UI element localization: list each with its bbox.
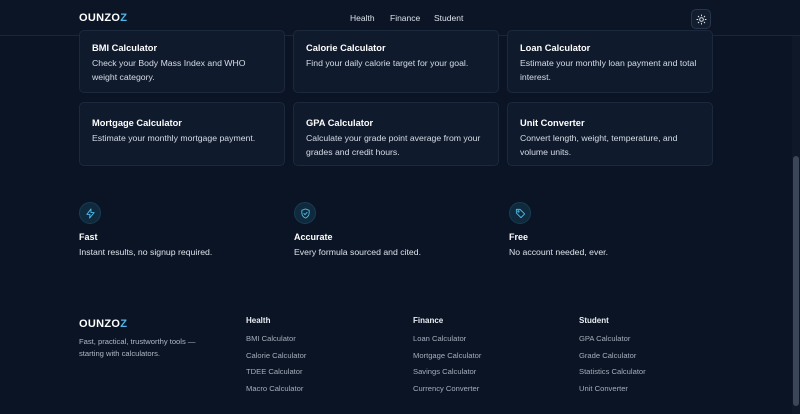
- card-description: Calculate your grade point average from …: [306, 133, 481, 157]
- tag-icon: [515, 208, 525, 218]
- footer-heading: Student: [579, 316, 609, 325]
- shield-check-icon: [300, 207, 310, 219]
- footer-heading: Finance: [413, 316, 444, 325]
- page: OUNZOZ Health Finance Student BMI Calcul…: [0, 0, 800, 414]
- card-description: Find your daily calorie target for your …: [306, 58, 469, 68]
- nav-student[interactable]: Student: [434, 13, 463, 23]
- footer-link[interactable]: Unit Converter: [579, 384, 729, 401]
- footer-link[interactable]: Loan Calculator: [413, 334, 563, 351]
- card-description: Estimate your monthly loan payment and t…: [520, 58, 697, 82]
- feature-title: Fast: [79, 232, 98, 242]
- feature-accurate: Accurate Every formula sourced and cited…: [294, 202, 494, 258]
- lightning-icon: [85, 207, 95, 219]
- card-description: Estimate your monthly mortgage payment.: [92, 133, 256, 143]
- card-calorie-calculator[interactable]: Calorie Calculator Find your daily calor…: [293, 30, 499, 93]
- feature-fast: Fast Instant results, no signup required…: [79, 202, 279, 258]
- footer-tagline: Fast, practical, trustworthy tools — sta…: [79, 337, 196, 358]
- nav-health[interactable]: Health: [350, 13, 375, 23]
- scrollbar-thumb[interactable]: [793, 156, 799, 406]
- card-title: Calorie Calculator: [306, 43, 386, 53]
- logo-accent: Z: [120, 318, 128, 330]
- feature-description: Instant results, no signup required.: [79, 247, 213, 257]
- footer-column-student: Student GPA Calculator Grade Calculator …: [579, 316, 729, 401]
- footer-link[interactable]: Calorie Calculator: [246, 351, 396, 368]
- sun-icon: [695, 13, 707, 25]
- card-title: BMI Calculator: [92, 43, 158, 53]
- feature-icon-wrap: [509, 202, 531, 224]
- card-unit-converter[interactable]: Unit Converter Convert length, weight, t…: [507, 102, 713, 166]
- footer-link[interactable]: TDEE Calculator: [246, 367, 396, 384]
- footer-column-finance: Finance Loan Calculator Mortgage Calcula…: [413, 316, 563, 401]
- logo-text: OUNZO: [79, 12, 121, 24]
- footer-link[interactable]: BMI Calculator: [246, 334, 396, 351]
- site-logo[interactable]: OUNZOZ: [79, 12, 127, 24]
- footer-logo[interactable]: OUNZOZ: [79, 318, 127, 330]
- nav-finance[interactable]: Finance: [390, 13, 420, 23]
- footer-heading: Health: [246, 316, 271, 325]
- footer-link[interactable]: Savings Calculator: [413, 367, 563, 384]
- feature-free: Free No account needed, ever.: [509, 202, 709, 258]
- card-title: Mortgage Calculator: [92, 118, 182, 128]
- card-title: Unit Converter: [520, 118, 585, 128]
- card-loan-calculator[interactable]: Loan Calculator Estimate your monthly lo…: [507, 30, 713, 93]
- feature-icon-wrap: [79, 202, 101, 224]
- feature-icon-wrap: [294, 202, 316, 224]
- theme-toggle-button[interactable]: [691, 9, 711, 29]
- card-gpa-calculator[interactable]: GPA Calculator Calculate your grade poin…: [293, 102, 499, 166]
- footer-column-health: Health BMI Calculator Calorie Calculator…: [246, 316, 396, 401]
- card-title: GPA Calculator: [306, 118, 374, 128]
- footer-link[interactable]: Mortgage Calculator: [413, 351, 563, 368]
- footer-link[interactable]: GPA Calculator: [579, 334, 729, 351]
- footer-link[interactable]: Statistics Calculator: [579, 367, 729, 384]
- card-title: Loan Calculator: [520, 43, 591, 53]
- feature-title: Free: [509, 232, 529, 242]
- feature-description: Every formula sourced and cited.: [294, 247, 421, 257]
- footer-link[interactable]: Currency Converter: [413, 384, 563, 401]
- footer-link[interactable]: Grade Calculator: [579, 351, 729, 368]
- footer-link[interactable]: Macro Calculator: [246, 384, 396, 401]
- card-bmi-calculator[interactable]: BMI Calculator Check your Body Mass Inde…: [79, 30, 285, 93]
- card-description: Convert length, weight, temperature, and…: [520, 133, 678, 157]
- card-description: Check your Body Mass Index and WHO weigh…: [92, 58, 246, 82]
- logo-accent: Z: [120, 12, 128, 24]
- card-mortgage-calculator[interactable]: Mortgage Calculator Estimate your monthl…: [79, 102, 285, 166]
- logo-text: OUNZO: [79, 318, 121, 330]
- feature-description: No account needed, ever.: [509, 247, 609, 257]
- feature-title: Accurate: [294, 232, 333, 242]
